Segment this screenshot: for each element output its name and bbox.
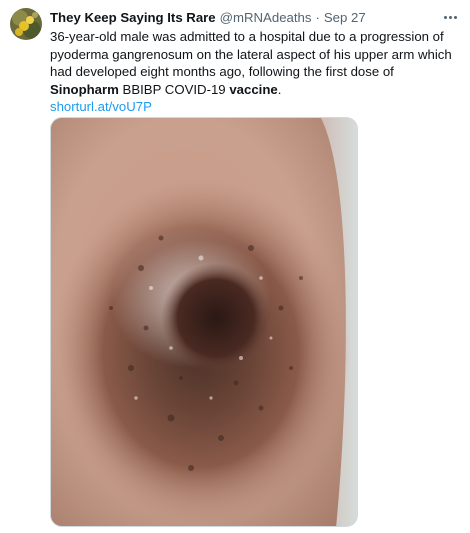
tweet-date[interactable]: Sep 27: [324, 10, 366, 26]
tweet-card[interactable]: They Keep Saying Its Rare @mRNAdeaths · …: [0, 0, 470, 533]
tweet-text: 36-year-old male was admitted to a hospi…: [50, 28, 460, 116]
tweet-text-part: 36-year-old male was admitted to a hospi…: [50, 29, 452, 80]
avatar[interactable]: [10, 8, 42, 40]
tweet-text-bold: Sinopharm: [50, 81, 119, 97]
separator-dot: ·: [315, 10, 320, 25]
more-horizontal-icon[interactable]: [440, 8, 460, 26]
author-name[interactable]: They Keep Saying Its Rare: [50, 10, 216, 26]
tweet-text-part: .: [277, 81, 282, 97]
tweet-link[interactable]: shorturl.at/voU7P: [50, 98, 460, 116]
tweet-text-bold: vaccine: [229, 81, 278, 97]
tweet-header: They Keep Saying Its Rare @mRNAdeaths · …: [50, 10, 436, 26]
tweet-text-part: BBIBP COVID-19: [118, 81, 230, 97]
tweet-media-image[interactable]: [50, 117, 358, 527]
author-handle[interactable]: @mRNAdeaths: [220, 10, 312, 26]
